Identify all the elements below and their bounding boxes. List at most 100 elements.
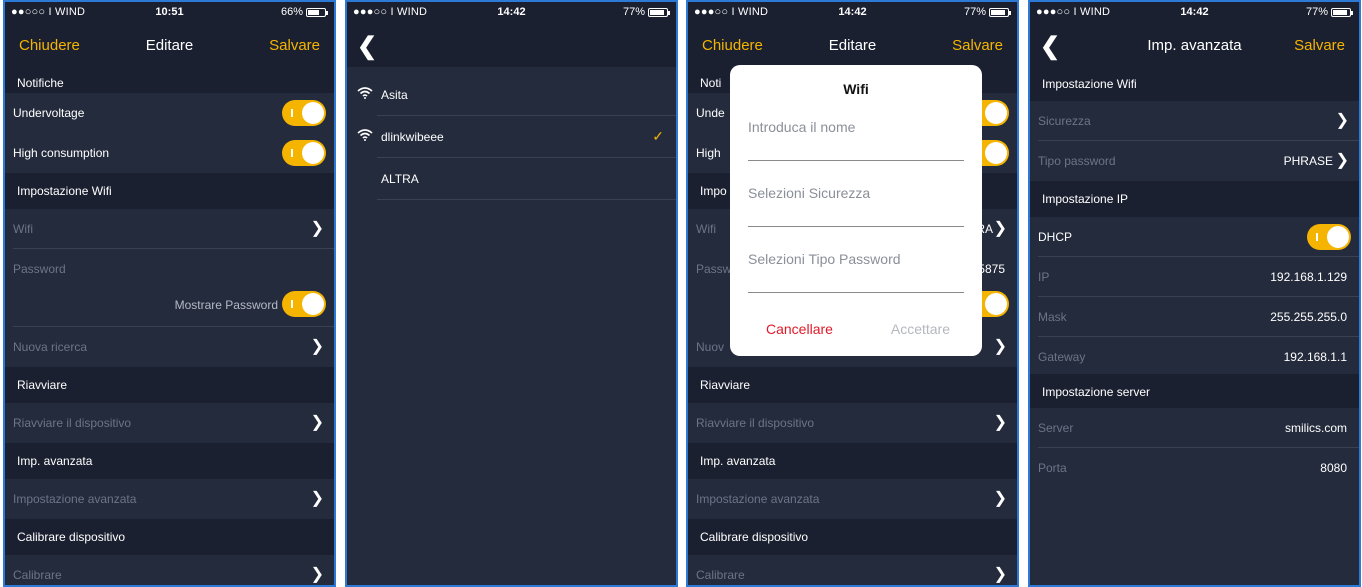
save-button[interactable]: Salvare [269, 37, 320, 54]
network-item-selected[interactable]: dlinkwibeee ✓ [347, 116, 676, 158]
save-button[interactable]: Salvare [1294, 37, 1345, 54]
undervoltage-toggle[interactable] [282, 100, 326, 126]
network-name: ALTRA [381, 172, 419, 186]
row-dhcp: DHCP [1030, 217, 1359, 257]
row-server[interactable]: Server smilics.com [1030, 408, 1359, 448]
row-impostazione-avanzata[interactable]: Impostazione avanzata ❯ [5, 479, 334, 519]
row-porta[interactable]: Porta 8080 [1030, 448, 1359, 488]
show-password-label: Mostrare Password [174, 298, 278, 312]
network-name: dlinkwibeee [381, 130, 444, 144]
row-label: Passw [696, 262, 732, 276]
close-button[interactable]: Chiudere [19, 37, 80, 54]
battery-icon [989, 7, 1011, 17]
row-label: Porta [1038, 461, 1067, 475]
show-password-toggle[interactable] [282, 291, 326, 317]
battery-icon [1331, 7, 1353, 17]
row-label: High [696, 146, 721, 160]
field-placeholder: Selezioni Sicurezza [748, 185, 871, 201]
status-bar: ●●●○○ I WIND 14:42 77% [347, 2, 676, 24]
chevron-right-icon: ❯ [310, 414, 324, 431]
row-label: Nuova ricerca [13, 340, 88, 354]
row-label: DHCP [1038, 230, 1073, 244]
row-calibrare[interactable]: Calibrare ❯ [5, 555, 334, 585]
row-mask[interactable]: Mask 255.255.255.0 [1030, 297, 1359, 337]
battery-icon [306, 7, 328, 17]
row-label: Impostazione avanzata [696, 492, 820, 506]
row-label: High consumption [13, 146, 110, 160]
nav-bar: Chiudere Editare Salvare [688, 24, 1017, 67]
row-sicurezza[interactable]: Sicurezza ❯ [1030, 101, 1359, 141]
battery-indicator: 77% [964, 6, 1011, 18]
row-value: smilics.com [1285, 421, 1347, 435]
wifi-icon [357, 129, 373, 141]
row-label: Mask [1038, 310, 1067, 324]
section-label: Impo [700, 184, 727, 198]
save-button[interactable]: Salvare [952, 37, 1003, 54]
screen-edit-dialog: ●●●○○ I WIND 14:42 77% Chiudere Editare … [686, 0, 1019, 587]
row-gateway[interactable]: Gateway 192.168.1.1 [1030, 337, 1359, 377]
wifi-dialog: Wifi Introduca il nome Selezioni Sicurez… [730, 65, 982, 356]
section-label: Imp. avanzata [700, 454, 776, 468]
section-impostazione-ip: Impostazione IP [1030, 181, 1359, 217]
accept-button[interactable]: Accettare [891, 321, 950, 337]
chevron-right-icon: ❯ [310, 220, 324, 237]
network-item[interactable]: Asita [347, 74, 676, 116]
section-calibrare-dispositivo: Calibrare dispositivo [688, 519, 1017, 555]
row-ip[interactable]: IP 192.168.1.129 [1030, 257, 1359, 297]
battery-indicator: 66% [280, 6, 328, 18]
section-impostazione-wifi: Impostazione Wifi [5, 173, 334, 209]
dhcp-toggle[interactable] [1307, 224, 1351, 250]
battery-indicator: 77% [623, 6, 670, 18]
row-riavviare-dispositivo[interactable]: Riavviare il dispositivo ❯ [688, 403, 1017, 443]
network-name: Asita [381, 88, 408, 102]
row-riavviare-dispositivo[interactable]: Riavviare il dispositivo ❯ [5, 403, 334, 443]
row-label: Password [13, 262, 66, 276]
section-label: Impostazione IP [1042, 192, 1129, 206]
row-label: Impostazione avanzata [13, 492, 137, 506]
section-imp-avanzata: Imp. avanzata [688, 443, 1017, 479]
close-button[interactable]: Chiudere [702, 37, 763, 54]
section-label: Riavviare [700, 378, 751, 392]
network-item-other[interactable]: ALTRA [347, 158, 676, 200]
row-label: Wifi [13, 222, 33, 236]
security-field[interactable]: Selezioni Sicurezza [748, 177, 964, 227]
back-icon[interactable]: ❮ [357, 32, 377, 61]
back-icon[interactable]: ❮ [1040, 32, 1060, 61]
row-label: Calibrare [696, 568, 745, 582]
chevron-right-icon: ❯ [993, 220, 1007, 237]
row-label: Riavviare il dispositivo [13, 416, 132, 430]
network-name-field[interactable]: Introduca il nome [748, 111, 964, 161]
field-placeholder: Introduca il nome [748, 119, 856, 135]
row-calibrare[interactable]: Calibrare ❯ [688, 555, 1017, 585]
clock: 10:51 [155, 6, 184, 18]
password-type-field[interactable]: Selezioni Tipo Password [748, 243, 964, 293]
section-label: Notifiche [17, 76, 64, 90]
row-label: Unde [696, 106, 725, 120]
row-value: 192.168.1.1 [1283, 350, 1347, 364]
row-password: Password Mostrare Password [5, 249, 334, 327]
row-impostazione-avanzata[interactable]: Impostazione avanzata ❯ [688, 479, 1017, 519]
row-undervoltage: Undervoltage [5, 93, 334, 133]
row-nuova-ricerca[interactable]: Nuova ricerca ❯ [5, 327, 334, 367]
row-wifi[interactable]: Wifi ❯ [5, 209, 334, 249]
section-riavviare: Riavviare [5, 367, 334, 403]
password-value: 5875 [978, 262, 1005, 276]
carrier-label: ●●●○○ I WIND [694, 6, 769, 18]
field-placeholder: Selezioni Tipo Password [748, 251, 901, 267]
screen-advanced: ●●●○○ I WIND 14:42 77% ❮ Imp. avanzata S… [1028, 0, 1361, 587]
high-consumption-toggle[interactable] [282, 140, 326, 166]
chevron-right-icon: ❯ [993, 338, 1007, 355]
chevron-right-icon: ❯ [310, 338, 324, 355]
row-high-consumption: High consumption [5, 133, 334, 173]
section-impostazione-wifi: Impostazione Wifi [1030, 67, 1359, 101]
battery-percent: 66% [280, 6, 303, 18]
row-label: Sicurezza [1038, 114, 1091, 128]
row-label: IP [1038, 270, 1050, 284]
chevron-right-icon: ❯ [310, 566, 324, 583]
section-calibrare-dispositivo: Calibrare dispositivo [5, 519, 334, 555]
cancel-button[interactable]: Cancellare [766, 321, 833, 337]
row-label: Calibrare [13, 568, 62, 582]
section-imp-avanzata: Imp. avanzata [5, 443, 334, 479]
row-value: 192.168.1.129 [1270, 270, 1347, 284]
row-tipo-password[interactable]: Tipo password PHRASE ❯ [1030, 141, 1359, 181]
